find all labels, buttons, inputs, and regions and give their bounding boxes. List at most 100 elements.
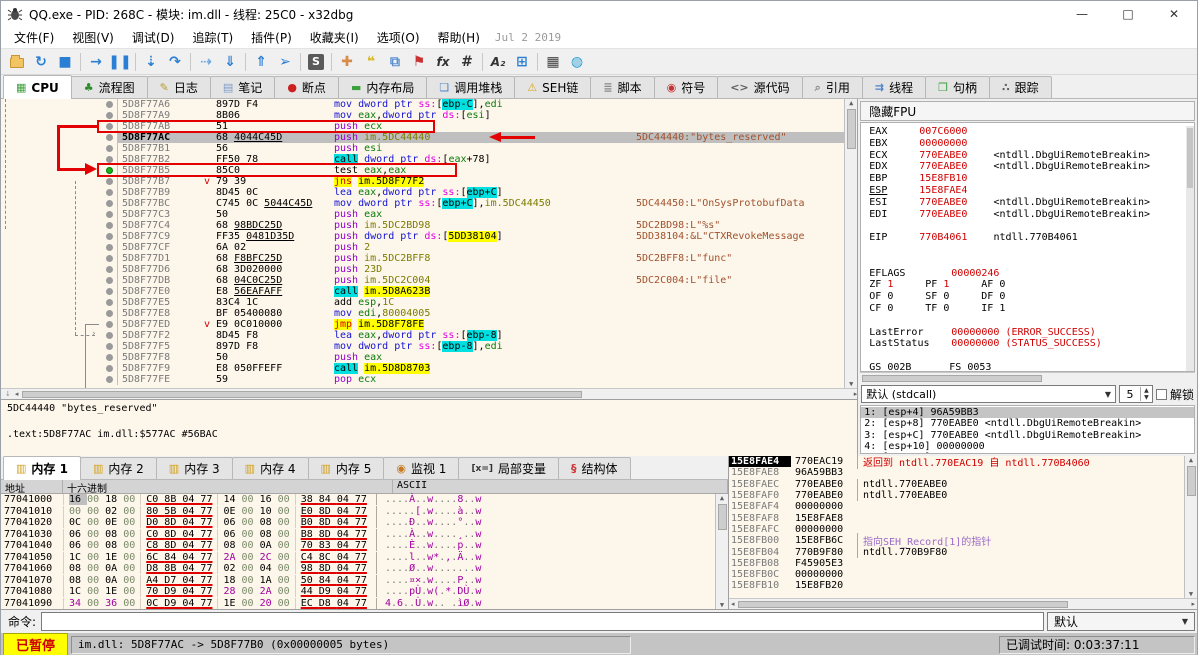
tab-跟踪[interactable]: ∴ 跟踪: [988, 76, 1052, 98]
disasm-row[interactable]: 5D8F77F8 50 push eax: [1, 352, 844, 363]
strings-icon[interactable]: A₂: [486, 51, 510, 73]
tab-句柄[interactable]: ❒ 句柄: [925, 76, 990, 98]
disasm-row[interactable]: 5D8F77E8 BF 05400080 mov edi,80004005: [1, 308, 844, 319]
tab-断点[interactable]: ● 断点: [274, 76, 339, 98]
tab-局部变量[interactable]: [x=] 局部变量: [458, 457, 560, 479]
maximize-button[interactable]: □: [1105, 1, 1151, 27]
breakpoint-toggle[interactable]: [101, 132, 117, 143]
argument-row[interactable]: 3: [esp+C] 770EABE0 <ntdll.DbgUiRemoteBr…: [861, 430, 1194, 441]
breakpoint-toggle[interactable]: [101, 154, 117, 165]
disasm-row[interactable]: 5D8F77CF 6A 02 push 2: [1, 242, 844, 253]
breakpoint-toggle[interactable]: [101, 330, 117, 341]
register-row[interactable]: OF 0 SF 0 DF 0: [869, 291, 1186, 303]
breakpoint-toggle[interactable]: [101, 341, 117, 352]
breakpoint-toggle[interactable]: [101, 176, 117, 187]
breakpoint-toggle[interactable]: [101, 308, 117, 319]
dump-row[interactable]: 77041000 16 00 18 00 C0 8B 04 77 14 00 16 0…: [1, 494, 715, 506]
disasm-row[interactable]: 5D8F77D1 68 F8BFC25D push im.5DC2BFF8 5DC2B…: [1, 253, 844, 264]
breakpoint-toggle[interactable]: [101, 275, 117, 286]
tab-内存 1[interactable]: ▥ 内存 1: [3, 456, 81, 480]
register-row[interactable]: [869, 220, 1186, 232]
breakpoint-toggle[interactable]: [101, 143, 117, 154]
dump-vscrollbar[interactable]: ▲ ▼: [715, 494, 728, 609]
register-row[interactable]: [869, 315, 1186, 327]
step-over-icon[interactable]: ↷: [163, 51, 187, 73]
breakpoint-toggle[interactable]: [101, 264, 117, 275]
open-file-icon[interactable]: [5, 51, 29, 73]
disasm-row[interactable]: 5D8F77AC 68 4044C45D push im.5DC44440 5DC44…: [1, 132, 845, 143]
tab-内存布局[interactable]: ▬ 内存布局: [337, 76, 428, 98]
stack-row[interactable]: 15E8FB10 15E8FB20: [729, 580, 1184, 591]
register-row[interactable]: GS 002B FS 0053: [869, 362, 1186, 371]
tab-脚本[interactable]: ≣ 脚本: [590, 76, 655, 98]
command-profile-select[interactable]: 默认 ▼: [1047, 612, 1195, 631]
stop-icon[interactable]: ■: [53, 51, 77, 73]
restart-icon[interactable]: ↻: [29, 51, 53, 73]
disasm-row[interactable]: 5D8F77DB 68 04C0C25D push im.5DC2C004 5DC2C…: [1, 275, 844, 286]
argument-row[interactable]: 1: [esp+4] 96A59BB3: [861, 407, 1194, 419]
unlock-checkbox[interactable]: [1155, 388, 1167, 400]
stack-row[interactable]: 15E8FAF4 00000000: [729, 501, 1184, 512]
disasm-row[interactable]: 5D8F77BC C745 0C 5044C45D mov dword ptr ss…: [1, 198, 844, 209]
breakpoint-toggle[interactable]: [101, 363, 117, 374]
menu-item-2[interactable]: 调试(D): [123, 29, 184, 47]
menu-item-3[interactable]: 追踪(T): [183, 29, 242, 47]
breakpoint-toggle[interactable]: [101, 165, 117, 176]
register-row[interactable]: EDI 770EABE0 <ntdll.DbgUiRemoteBreakin>: [869, 209, 1186, 221]
register-row[interactable]: EDX 770EABE0 <ntdll.DbgUiRemoteBreakin>: [869, 161, 1186, 173]
breakpoint-toggle[interactable]: [101, 110, 117, 121]
tab-内存 4[interactable]: ▥ 内存 4: [231, 457, 309, 479]
disasm-row[interactable]: 5D8F77D6 68 3D020000 push 23D: [1, 264, 844, 275]
bookmarks-icon[interactable]: ⚑: [407, 51, 431, 73]
disasm-row[interactable]: 5D8F77F2 8D45 F8 lea eax,dword ptr ss:[ebp…: [1, 330, 844, 341]
stack-row[interactable]: 15E8FAEC 770EABE0 ntdll.770EABE0: [729, 478, 1184, 490]
disasm-row[interactable]: 5D8F77FE 59 pop ecx: [1, 374, 844, 385]
breakpoint-toggle[interactable]: [101, 220, 117, 231]
breakpoint-toggle[interactable]: [101, 286, 117, 297]
breakpoint-toggle[interactable]: [101, 374, 117, 385]
menu-item-5[interactable]: 收藏夹(I): [301, 29, 368, 47]
disasm-row[interactable]: 5D8F77B5 85C0 test eax,eax: [1, 165, 844, 176]
stack-row[interactable]: 15E8FB04 770B9F80 ntdll.770B9F80: [729, 546, 1184, 558]
register-row[interactable]: [869, 350, 1186, 362]
disasm-row[interactable]: 5D8F77B2 FF50 78 call dword ptr ds:[eax+78…: [1, 154, 844, 165]
registers-hscrollbar[interactable]: [860, 372, 1195, 383]
dump-row[interactable]: 77041030 06 00 08 00 C0 8D 04 77 06 00 08 0…: [1, 528, 715, 541]
register-row[interactable]: [869, 244, 1186, 256]
stack-row[interactable]: 15E8FB08 F45905E3: [729, 558, 1184, 569]
tab-调用堆栈[interactable]: ❏ 调用堆栈: [426, 76, 516, 98]
dump-row[interactable]: 77041070 08 00 0A 00 A4 D7 04 77 18 00 1A 0…: [1, 574, 715, 587]
tab-线程[interactable]: ⇉ 线程: [861, 76, 927, 98]
run-to-user-code-icon[interactable]: ➢: [273, 51, 297, 73]
disasm-row[interactable]: 5D8F77A6 897D F4 mov dword ptr ss:[ebp-C],…: [1, 99, 844, 110]
breakpoint-toggle[interactable]: [101, 209, 117, 220]
register-row[interactable]: CF 0 TF 0 IF 1: [869, 303, 1186, 315]
stack-row[interactable]: 15E8FB00 15E8FB6C 指向SEH_Record[1]的指针: [729, 533, 1184, 549]
labels-icon[interactable]: ⧉: [383, 51, 407, 73]
seh-badge-icon[interactable]: S: [304, 51, 328, 73]
stack-vscrollbar[interactable]: ▲ ▼: [1184, 456, 1197, 598]
tab-监视 1[interactable]: ◉ 监视 1: [383, 457, 460, 479]
tab-结构体[interactable]: § 结构体: [558, 457, 631, 479]
dump-row[interactable]: 77041050 1C 00 1E 00 6C 84 04 77 2A 00 2C 0…: [1, 551, 715, 564]
breakpoint-toggle[interactable]: [101, 242, 117, 253]
argument-row[interactable]: 2: [esp+8] 770EABE0 <ntdll.DbgUiRemoteBr…: [861, 418, 1194, 429]
stack-row[interactable]: 15E8FAF8 15E8FAE8: [729, 512, 1184, 524]
breakpoint-toggle[interactable]: [101, 198, 117, 209]
functions-icon[interactable]: fx: [431, 51, 455, 73]
minimize-button[interactable]: —: [1059, 1, 1105, 27]
internet-icon[interactable]: ◍: [565, 51, 589, 73]
hide-fpu-button[interactable]: 隐藏FPU: [860, 101, 1195, 121]
step-into-icon[interactable]: ⇣: [139, 51, 163, 73]
tab-笔记[interactable]: ▤ 笔记: [209, 76, 276, 98]
close-button[interactable]: ✕: [1151, 1, 1197, 27]
step-out-icon[interactable]: ⇓: [218, 51, 242, 73]
register-row[interactable]: EBP 15E8FB10: [869, 173, 1186, 185]
dump-row[interactable]: 77041010 00 00 02 00 80 5B 04 77 0E 00 10 0…: [1, 505, 715, 518]
dump-row[interactable]: 77041020 0C 00 0E 00 D0 8D 04 77 06 00 08 0…: [1, 517, 715, 529]
argument-row[interactable]: 4: [esp+10] 00000000: [861, 441, 1194, 452]
register-row[interactable]: [869, 256, 1186, 268]
disasm-row[interactable]: 5D8F77A9 8B06 mov eax,dword ptr ds:[esi]: [1, 110, 844, 121]
dump-row[interactable]: 77041080 1C 00 1E 00 70 D9 04 77 28 00 2A 0…: [1, 586, 715, 598]
command-input[interactable]: [41, 612, 1044, 631]
